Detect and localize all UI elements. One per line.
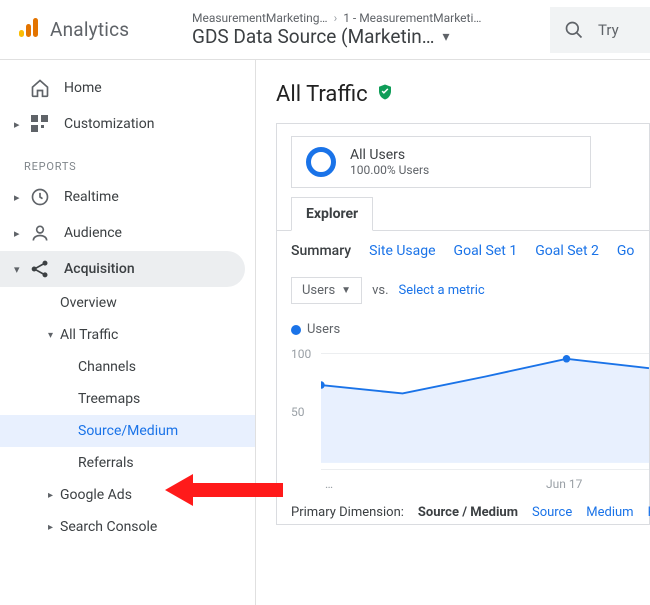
legend-label: Users <box>307 322 340 337</box>
sidebar-item-label: Treemaps <box>78 391 140 407</box>
sidebar-sub-referrals[interactable]: Referrals <box>0 447 255 479</box>
sidebar-sub-all-traffic[interactable]: ▾ All Traffic <box>0 319 255 351</box>
app-header: Analytics MeasurementMarketing… › 1 - Me… <box>0 0 650 60</box>
sidebar-item-realtime[interactable]: ▸ Realtime <box>0 179 255 215</box>
donut-icon <box>306 147 336 177</box>
analytics-logo-icon <box>18 17 40 43</box>
sidebar-item-label: Source/Medium <box>78 423 178 439</box>
report-panel: All Users 100.00% Users Explorer Summary… <box>276 123 650 525</box>
expand-caret-icon: ▸ <box>14 118 24 131</box>
y-tick-100: 100 <box>291 347 311 361</box>
sidebar-item-label: Channels <box>78 359 136 375</box>
clock-icon <box>28 187 52 207</box>
caret-down-icon: ▼ <box>341 285 351 296</box>
page-title: All Traffic <box>276 82 650 107</box>
subtab-summary[interactable]: Summary <box>291 243 351 259</box>
x-tick-start: … <box>325 477 333 491</box>
sidebar-sub-search-console[interactable]: ▸ Search Console <box>0 511 255 543</box>
brand: Analytics <box>18 17 182 43</box>
verified-shield-icon <box>376 82 394 107</box>
select-metric-link[interactable]: Select a metric <box>399 283 485 298</box>
sidebar-sub-treemaps[interactable]: Treemaps <box>0 383 255 415</box>
expand-caret-icon: ▸ <box>14 191 24 204</box>
segment-subtitle: 100.00% Users <box>350 163 429 177</box>
crumb-account: MeasurementMarketing… <box>192 11 328 25</box>
sidebar-item-label: Realtime <box>64 189 119 205</box>
expand-caret-icon: ▾ <box>14 263 24 276</box>
view-title: GDS Data Source (Marketin… <box>192 25 434 48</box>
y-tick-50: 50 <box>291 405 305 419</box>
caret-down-icon: ▾ <box>442 29 449 45</box>
sidebar-sub-overview[interactable]: Overview <box>0 287 255 319</box>
segment-card[interactable]: All Users 100.00% Users <box>291 136 591 188</box>
home-icon <box>28 78 52 98</box>
chevron-right-icon: › <box>334 11 338 25</box>
sidebar-item-label: Audience <box>64 225 122 241</box>
breadcrumb[interactable]: MeasurementMarketing… › 1 - MeasurementM… <box>182 11 540 48</box>
subtab-site-usage[interactable]: Site Usage <box>369 243 435 259</box>
crumb-property: 1 - MeasurementMarketi… <box>343 11 481 25</box>
sidebar-item-label: Overview <box>60 295 117 311</box>
search-input[interactable]: Try <box>550 7 650 53</box>
sidebar-item-label: Customization <box>64 116 154 132</box>
main-content: All Traffic All Users 100.00% Users Expl… <box>256 60 650 605</box>
sidebar-item-label: Google Ads <box>60 487 132 503</box>
sidebar-item-label: Acquisition <box>64 261 135 277</box>
expand-caret-icon: ▸ <box>14 227 24 240</box>
pdim-source-medium[interactable]: Source / Medium <box>418 505 518 520</box>
search-placeholder: Try <box>598 21 619 39</box>
segment-title: All Users <box>350 147 429 163</box>
search-icon <box>564 20 584 40</box>
sidebar-item-label: Search Console <box>60 519 157 535</box>
metric-dropdown[interactable]: Users ▼ <box>291 277 362 304</box>
legend-dot-icon <box>291 325 301 335</box>
pdim-medium[interactable]: Medium <box>586 505 633 520</box>
sidebar-sub-google-ads[interactable]: ▸ Google Ads <box>0 479 255 511</box>
expand-caret-icon: ▸ <box>48 490 60 501</box>
sidebar-item-label: Referrals <box>78 455 134 471</box>
sidebar-item-label: Home <box>64 80 102 96</box>
sidebar-sub-source-medium[interactable]: Source/Medium <box>0 415 255 447</box>
line-chart: 100 50 … Jun 17 <box>291 341 649 491</box>
vs-label: vs. <box>372 283 388 298</box>
user-icon <box>28 223 52 243</box>
reports-section-label: REPORTS <box>0 142 255 179</box>
tab-explorer[interactable]: Explorer <box>291 197 373 231</box>
sidebar-item-customization[interactable]: ▸ Customization <box>0 106 255 142</box>
metric-dropdown-label: Users <box>302 283 335 298</box>
x-tick-jun17: Jun 17 <box>546 477 582 491</box>
sidebar-item-label: All Traffic <box>60 327 118 343</box>
product-name: Analytics <box>50 18 129 41</box>
subtab-goal-set-2[interactable]: Goal Set 2 <box>535 243 599 259</box>
subtab-more[interactable]: Go <box>617 243 635 259</box>
sidebar-sub-channels[interactable]: Channels <box>0 351 255 383</box>
subtab-goal-set-1[interactable]: Goal Set 1 <box>454 243 518 259</box>
sidebar-item-home[interactable]: Home <box>0 70 255 106</box>
primary-dimension-label: Primary Dimension: <box>291 505 404 520</box>
sidebar: Home ▸ Customization REPORTS ▸ Realtime … <box>0 60 256 605</box>
chart-svg <box>321 341 649 463</box>
dashboard-icon <box>28 115 52 133</box>
expand-caret-icon: ▸ <box>48 522 60 533</box>
pdim-source[interactable]: Source <box>532 505 572 520</box>
expand-caret-icon: ▾ <box>48 330 60 341</box>
sidebar-item-audience[interactable]: ▸ Audience <box>0 215 255 251</box>
share-icon <box>28 259 52 279</box>
sidebar-item-acquisition[interactable]: ▾ Acquisition <box>0 251 245 287</box>
